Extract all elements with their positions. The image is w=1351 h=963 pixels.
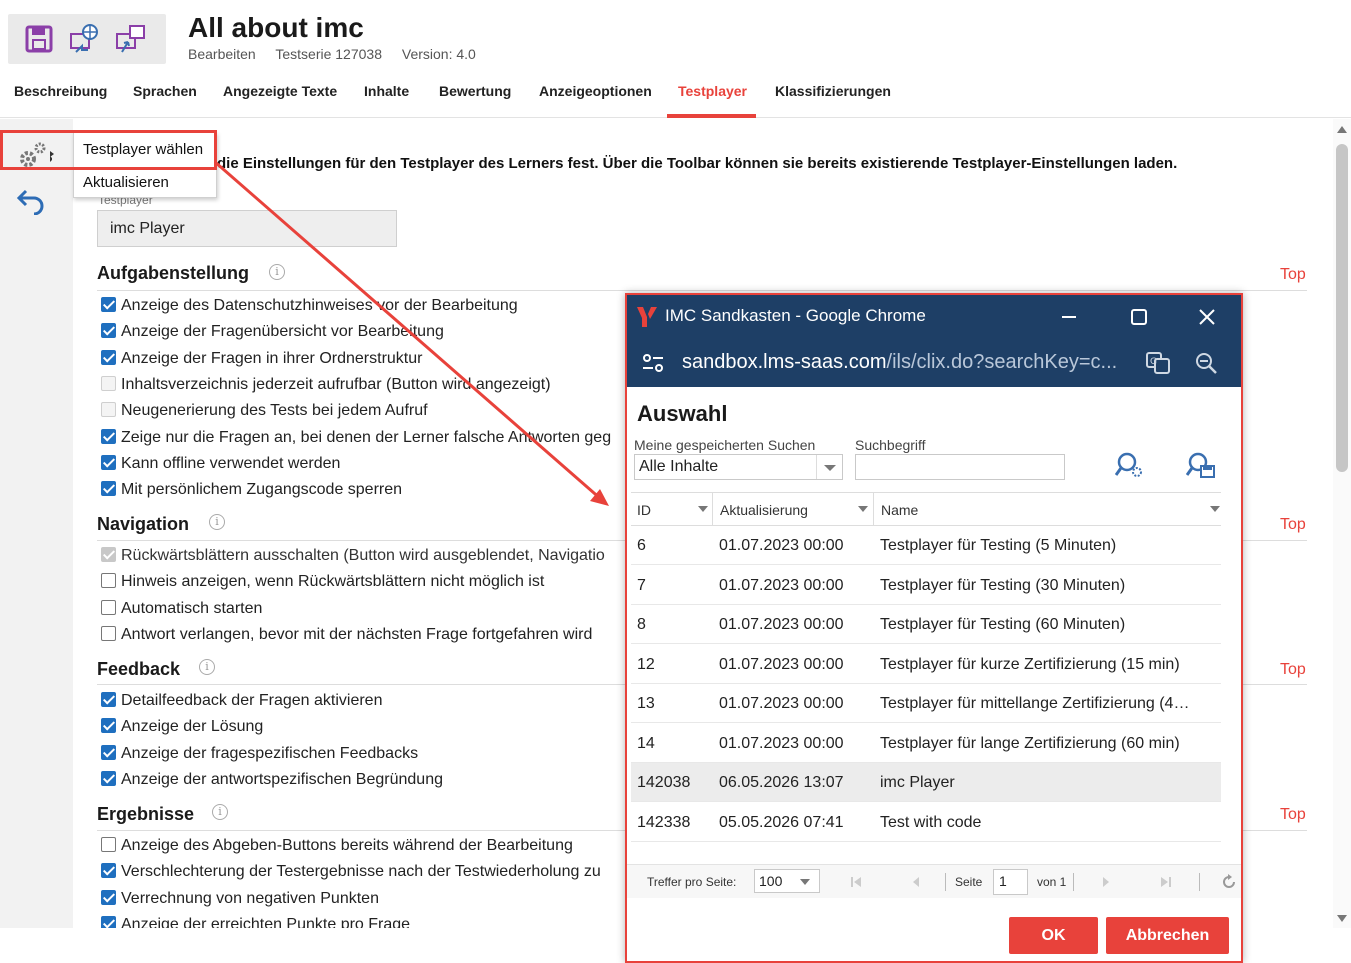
cell-name: Testplayer für kurze Zertifizierung (15 … [880,655,1180,673]
cell-name: Test with code [880,813,982,831]
save-search-icon[interactable] [1186,450,1216,480]
cell-id: 142338 [637,813,691,831]
imc-logo-icon [637,307,657,327]
last-page-icon[interactable] [1159,875,1173,889]
cell-updated: 01.07.2023 00:00 [719,734,844,752]
search-term-input[interactable] [855,454,1065,480]
search-icon[interactable] [1115,450,1145,480]
url-host: sandbox.lms-saas.com [682,351,887,373]
next-page-icon[interactable] [1099,875,1113,889]
ok-button[interactable]: OK [1009,917,1098,954]
table-row[interactable]: 12 01.07.2023 00:00 Testplayer für kurze Z… [631,645,1221,684]
site-info-icon[interactable] [641,352,665,374]
cell-updated: 01.07.2023 00:00 [719,616,844,633]
table-row[interactable]: 142338 05.05.2026 07:41 Test with code [631,803,1221,842]
cancel-button[interactable]: Abbrechen [1106,917,1229,954]
cell-name: Testplayer für Testing (5 Minuten) [880,537,1117,554]
cell-id: 142038 [637,774,691,791]
column-menu-icon[interactable] [1209,505,1221,513]
cell-updated: 01.07.2023 00:00 [719,655,844,673]
minimize-icon[interactable] [1060,309,1078,325]
translate-icon[interactable]: G [1145,351,1171,375]
cell-name: Testplayer für lange Zertifizierung (60 … [880,734,1180,752]
column-menu-icon[interactable] [857,505,869,513]
cell-id: 8 [637,616,646,633]
maximize-icon[interactable] [1130,308,1148,326]
column-header-name[interactable]: Name [881,502,918,518]
column-header-aktualisierung[interactable]: Aktualisierung [720,502,808,518]
cell-name: Testplayer für Testing (30 Minuten) [880,576,1126,594]
popup-heading: Auswahl [637,401,728,426]
cell-updated: 01.07.2023 00:00 [719,537,844,554]
cell-name: Testplayer für mittellange Zertifizierun… [880,695,1190,712]
popup-body: Auswahl Meine gespeicherten Suchen Alle … [627,387,1241,961]
column-menu-icon[interactable] [697,505,709,513]
saved-search-select[interactable]: Alle Inhalte [634,454,843,480]
first-page-icon[interactable] [849,875,863,889]
table-row[interactable]: 6 01.07.2023 00:00 Testplayer für Testing … [631,526,1221,565]
paging-toolbar: Treffer pro Seite: 100 Seite 1 von 1 [627,864,1241,898]
per-page-label: Treffer pro Seite: [647,875,737,889]
cell-id: 14 [637,734,655,752]
cell-id: 6 [637,537,646,554]
cell-updated: 06.05.2026 13:07 [719,774,844,791]
window-titlebar: IMC Sandkasten - Google Chrome [627,295,1241,339]
table-row[interactable]: 142038 06.05.2026 13:07 imc Player [631,763,1221,802]
per-page-select[interactable]: 100 [754,869,820,893]
refresh-icon[interactable] [1221,874,1237,890]
zoom-icon[interactable] [1194,351,1218,375]
cell-id: 7 [637,576,646,594]
chrome-popup-window: IMC Sandkasten - Google Chrome sandbox.l… [625,293,1243,963]
address-bar: sandbox.lms-saas.com/ils/clix.do?searchK… [627,339,1241,387]
cell-name: Testplayer für Testing (60 Minuten) [880,616,1126,633]
table-row[interactable]: 14 01.07.2023 00:00 Testplayer für lange Z… [631,724,1221,763]
cell-updated: 01.07.2023 00:00 [719,576,844,594]
cell-id: 13 [637,695,655,712]
page-input[interactable]: 1 [993,869,1028,895]
page-label: Seite [955,875,983,889]
window-title: IMC Sandkasten - Google Chrome [665,306,926,325]
chevron-down-icon[interactable] [823,464,837,472]
saved-search-value: Alle Inhalte [639,458,719,475]
table-row[interactable]: 13 01.07.2023 00:00 Testplayer für mittell… [631,684,1221,723]
cell-updated: 05.05.2026 07:41 [719,813,844,831]
table-row[interactable]: 8 01.07.2023 00:00 Testplayer für Testing … [631,605,1221,644]
cell-name: imc Player [880,774,955,791]
page-of-label: von 1 [1037,875,1067,889]
close-icon[interactable] [1198,308,1216,326]
search-term-label: Suchbegriff [855,437,926,453]
table-row[interactable]: 7 01.07.2023 00:00 Testplayer für Testing … [631,566,1221,605]
prev-page-icon[interactable] [909,875,923,889]
chevron-down-icon[interactable] [799,878,811,886]
per-page-value: 100 [759,873,783,889]
url-path: /ils/clix.do?searchKey=c... [886,351,1118,373]
column-header-id[interactable]: ID [637,502,651,518]
svg-text:G: G [1150,357,1157,367]
cell-id: 12 [637,655,655,673]
saved-search-label: Meine gespeicherten Suchen [634,437,816,453]
url-text[interactable]: sandbox.lms-saas.com/ils/clix.do?searchK… [682,351,1117,374]
cell-updated: 01.07.2023 00:00 [719,695,844,712]
grid-header: ID Aktualisierung Name [631,492,1221,526]
